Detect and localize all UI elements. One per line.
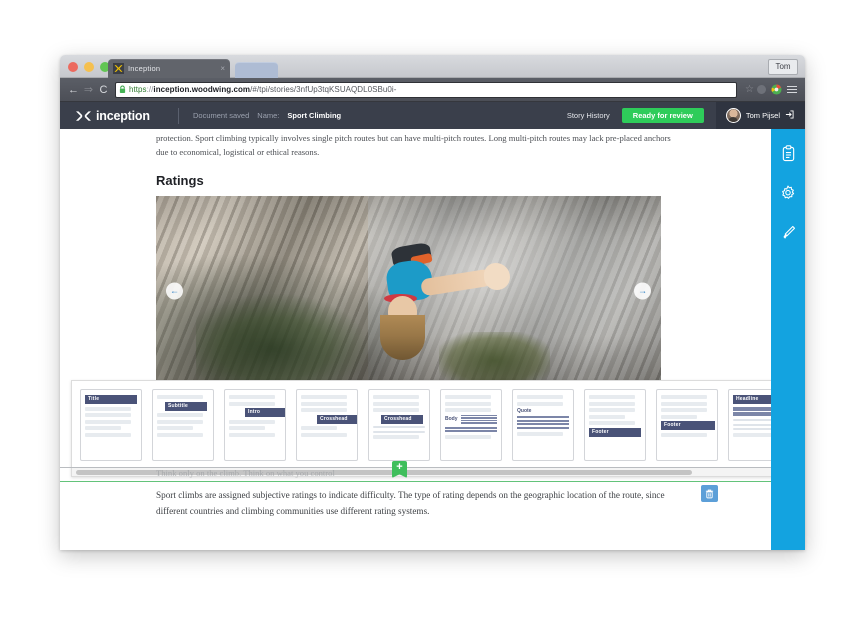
component-picker-list[interactable]: Title Subtitle Intro Crosshead Crosshead… <box>72 381 795 467</box>
forward-icon[interactable]: ⇒ <box>81 82 96 97</box>
template-label: Footer <box>661 421 715 430</box>
article-body: protection. Sport climbing typically inv… <box>60 131 771 385</box>
browser-tab-title: Inception <box>128 64 161 73</box>
inception-favicon <box>113 63 124 74</box>
extension-colorful-icon[interactable] <box>769 82 784 97</box>
inception-logo-text: inception <box>96 108 150 123</box>
inception-logo[interactable]: inception <box>60 109 178 123</box>
browser-tab-inception[interactable]: Inception × <box>108 59 230 78</box>
close-tab-icon[interactable]: × <box>216 64 225 73</box>
inception-app: inception Document saved Name: Sport Cli… <box>60 102 805 550</box>
browser-profile-button[interactable]: Tom <box>768 59 798 75</box>
document-meta: Document saved Name: Sport Climbing <box>179 111 567 120</box>
app-header: inception Document saved Name: Sport Cli… <box>60 102 805 129</box>
story-history-button[interactable]: Story History <box>567 111 622 120</box>
template-label: Title <box>85 395 137 404</box>
url-scheme: https <box>129 84 147 94</box>
previous-block-text: Think only on the climb. Think on what y… <box>156 468 335 478</box>
reload-icon[interactable]: C <box>96 82 111 97</box>
gear-icon[interactable] <box>779 184 797 202</box>
browser-window: Inception × Tom ← ⇒ C https://inception.… <box>60 55 805 550</box>
template-card-body[interactable]: Body <box>440 389 502 461</box>
paragraph-ratings-body: Sport climbs are assigned subjective rat… <box>156 490 665 516</box>
right-toolbar <box>771 129 805 550</box>
delete-block-button[interactable] <box>701 485 718 502</box>
bookmark-star-icon[interactable]: ☆ <box>742 84 754 95</box>
template-label: Crosshead <box>381 414 423 424</box>
template-card-crosshead[interactable]: Crosshead <box>296 389 358 461</box>
address-bar[interactable]: https://inception.woodwing.com/#/tpi/sto… <box>115 81 738 98</box>
template-label: Quote <box>517 408 532 414</box>
article-image[interactable]: ← → <box>156 196 661 385</box>
block-content[interactable]: Sport climbs are assigned subjective rat… <box>60 482 771 519</box>
climbing-photo <box>156 196 661 385</box>
template-label: Subtitle <box>165 401 207 411</box>
template-card-quote[interactable]: Quote <box>512 389 574 461</box>
template-card-title[interactable]: Title <box>80 389 142 461</box>
template-label: Crosshead <box>317 414 357 424</box>
window-controls[interactable] <box>68 62 110 72</box>
new-tab-button[interactable] <box>235 62 278 78</box>
document-name-value[interactable]: Sport Climbing <box>287 111 341 120</box>
template-label: Footer <box>589 427 641 437</box>
template-card-footer-2[interactable]: Footer <box>656 389 718 461</box>
template-card-footer[interactable]: Footer <box>584 389 646 461</box>
browser-titlebar: Inception × Tom <box>60 55 805 78</box>
clipboard-icon[interactable] <box>779 144 797 162</box>
url-host: inception.woodwing.com <box>153 84 251 94</box>
document-name-label: Name: <box>257 111 280 120</box>
user-name-label: Tom Pijsel <box>745 111 780 120</box>
inception-logo-icon <box>76 110 91 122</box>
carousel-next-button[interactable]: → <box>634 282 651 299</box>
template-label: Body <box>445 416 458 423</box>
address-bar-url: https://inception.woodwing.com/#/tpi/sto… <box>129 83 396 97</box>
logout-icon[interactable] <box>785 110 794 121</box>
template-card-subtitle[interactable]: Subtitle <box>152 389 214 461</box>
brush-icon[interactable] <box>779 224 797 242</box>
back-icon[interactable]: ← <box>66 82 81 97</box>
browser-toolbar: ← ⇒ C https://inception.woodwing.com/#/t… <box>60 78 805 102</box>
avatar <box>725 108 741 123</box>
url-path: /#/tpi/stories/3nfUp3tqKSUAQDL0SBu0i- <box>250 84 397 94</box>
component-picker-panel: Title Subtitle Intro Crosshead Crosshead… <box>71 380 796 477</box>
ready-for-review-button[interactable]: Ready for review <box>621 107 704 124</box>
document-saved-status: Document saved <box>193 111 250 120</box>
template-card-intro[interactable]: Intro <box>224 389 286 461</box>
section-heading-ratings: Ratings <box>156 173 204 188</box>
screenshot-root: Inception × Tom ← ⇒ C https://inception.… <box>0 0 860 635</box>
paragraph-intro: protection. Sport climbing typically inv… <box>156 133 671 157</box>
template-card-crosshead-2[interactable]: Crosshead <box>368 389 430 461</box>
user-menu[interactable]: Tom Pijsel <box>715 102 805 129</box>
template-body-row: Body <box>445 414 497 424</box>
app-header-actions: Story History Ready for review Tom Pijse… <box>567 102 805 129</box>
lock-icon <box>119 83 126 97</box>
browser-menu-icon[interactable] <box>784 82 799 97</box>
editable-block: Think only on the climb. Think on what y… <box>60 461 771 519</box>
editor-content: protection. Sport climbing typically inv… <box>60 129 805 550</box>
template-label: Intro <box>245 408 285 417</box>
minimize-window-button[interactable] <box>84 62 94 72</box>
close-window-button[interactable] <box>68 62 78 72</box>
carousel-prev-button[interactable]: ← <box>166 282 183 299</box>
extension-placeholder-icon[interactable] <box>754 82 769 97</box>
